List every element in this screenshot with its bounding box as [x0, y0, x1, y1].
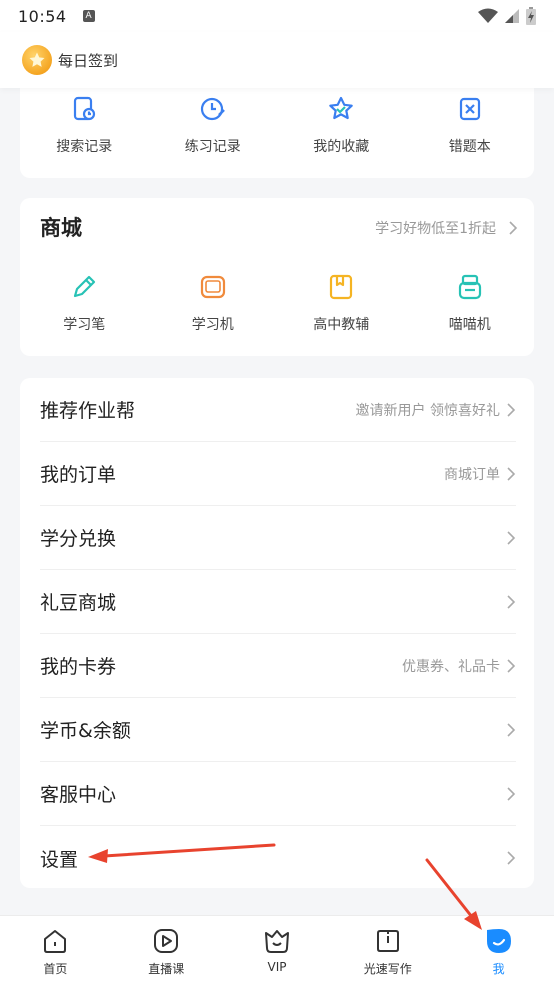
- nav-label: 首页: [43, 962, 68, 976]
- menu-label: 推荐作业帮: [40, 400, 136, 422]
- tool-search-history[interactable]: 搜索记录: [20, 94, 149, 156]
- tool-wrong-questions[interactable]: 错题本: [406, 94, 535, 156]
- home-icon: [40, 926, 70, 956]
- nav-label: 我: [492, 962, 505, 976]
- wifi-icon: [478, 8, 498, 23]
- book-icon: [326, 272, 356, 302]
- mall-item-label: 喵喵机: [448, 317, 491, 333]
- nav-writing[interactable]: 光速写作: [332, 916, 443, 984]
- nav-label: 直播课: [148, 962, 185, 976]
- practice-history-icon: [198, 94, 228, 124]
- chevron-right-icon: [507, 851, 516, 865]
- writing-icon: [373, 926, 403, 956]
- battery-icon: [526, 7, 536, 25]
- tools-card: 搜索记录 练习记录 我的收藏 错题本: [20, 86, 534, 178]
- menu-label: 学分兑换: [40, 528, 117, 550]
- mall-item-label: 学习机: [191, 317, 234, 333]
- menu-label: 设置: [40, 848, 79, 871]
- nav-label: 光速写作: [363, 962, 412, 976]
- menu-row-gift-mall[interactable]: 礼豆商城: [40, 570, 516, 634]
- menu-row-settings[interactable]: 设置: [40, 826, 516, 890]
- nav-home[interactable]: 首页: [0, 916, 111, 984]
- chevron-right-icon: [507, 530, 516, 545]
- menu-row-balance[interactable]: 学币&余额: [40, 698, 516, 762]
- menu-row-recommend[interactable]: 推荐作业帮 邀请新用户 领惊喜好礼: [40, 378, 516, 442]
- mall-card: 商城 学习好物低至1折起 学习笔 学习机 高中教辅 喵喵机: [20, 198, 534, 356]
- tool-label: 错题本: [448, 139, 491, 155]
- menu-label: 学币&余额: [40, 720, 131, 742]
- vip-icon: [262, 926, 292, 956]
- wrong-questions-icon: [455, 94, 485, 124]
- favorites-star-icon: [326, 94, 356, 124]
- live-course-icon: [151, 926, 181, 956]
- nav-vip[interactable]: VIP: [222, 916, 333, 984]
- daily-sign-in-label[interactable]: 每日签到: [58, 50, 118, 71]
- mall-promo-text: 学习好物低至1折起: [375, 221, 496, 237]
- printer-icon: [455, 272, 485, 302]
- menu-hint: 商城订单: [444, 466, 500, 483]
- menu-hint: 优惠券、礼品卡: [402, 658, 500, 675]
- tool-favorites[interactable]: 我的收藏: [277, 94, 406, 156]
- menu-label: 礼豆商城: [40, 592, 117, 614]
- tablet-icon: [198, 272, 228, 302]
- tool-practice-history[interactable]: 练习记录: [149, 94, 278, 156]
- status-indicators: [478, 7, 536, 25]
- bottom-nav: 首页 直播课 VIP 光速写作 我: [0, 915, 554, 984]
- top-header: 每日签到: [0, 32, 554, 88]
- cell-signal-icon: [505, 9, 519, 23]
- chevron-right-icon: [507, 658, 516, 673]
- mall-title: 商城: [40, 216, 82, 240]
- chevron-right-icon: [507, 786, 516, 801]
- nav-me[interactable]: 我: [443, 916, 554, 984]
- menu-row-coupons[interactable]: 我的卡券 优惠券、礼品卡: [40, 634, 516, 698]
- menu-label: 客服中心: [40, 784, 117, 806]
- menu-row-orders[interactable]: 我的订单 商城订单: [40, 442, 516, 506]
- notification-icon: A: [82, 10, 95, 22]
- tool-label: 搜索记录: [56, 139, 113, 155]
- tool-label: 练习记录: [184, 139, 241, 155]
- chevron-right-icon: [507, 466, 516, 481]
- mall-item-label: 学习笔: [63, 317, 106, 333]
- menu-label: 我的卡券: [40, 656, 117, 678]
- search-history-icon: [69, 94, 99, 124]
- status-time: 10:54: [18, 6, 67, 26]
- menu-row-credit-exchange[interactable]: 学分兑换: [40, 506, 516, 570]
- nav-live-course[interactable]: 直播课: [111, 916, 222, 984]
- status-bar: 10:54 A: [0, 0, 554, 32]
- chevron-right-icon: [507, 722, 516, 737]
- pen-icon: [69, 272, 99, 302]
- mall-item-pen[interactable]: 学习笔: [20, 272, 149, 334]
- tool-label: 我的收藏: [313, 139, 370, 155]
- me-icon: [484, 926, 514, 956]
- mall-item-tablet[interactable]: 学习机: [149, 272, 278, 334]
- mall-item-label: 高中教辅: [313, 317, 370, 333]
- mall-item-printer[interactable]: 喵喵机: [406, 272, 535, 334]
- menu-row-customer-service[interactable]: 客服中心: [40, 762, 516, 826]
- chevron-right-icon: [507, 402, 516, 417]
- menu-card: 推荐作业帮 邀请新用户 领惊喜好礼 我的订单 商城订单 学分兑换 礼豆商城 我的…: [20, 378, 534, 888]
- daily-sign-in-icon[interactable]: [22, 45, 52, 75]
- chevron-right-icon: [507, 594, 516, 609]
- menu-label: 我的订单: [40, 464, 117, 486]
- mall-promo-link[interactable]: 学习好物低至1折起: [375, 218, 518, 238]
- menu-hint: 邀请新用户 领惊喜好礼: [355, 402, 500, 419]
- chevron-right-icon: [509, 221, 518, 235]
- mall-item-book[interactable]: 高中教辅: [277, 272, 406, 334]
- nav-label: VIP: [267, 960, 287, 974]
